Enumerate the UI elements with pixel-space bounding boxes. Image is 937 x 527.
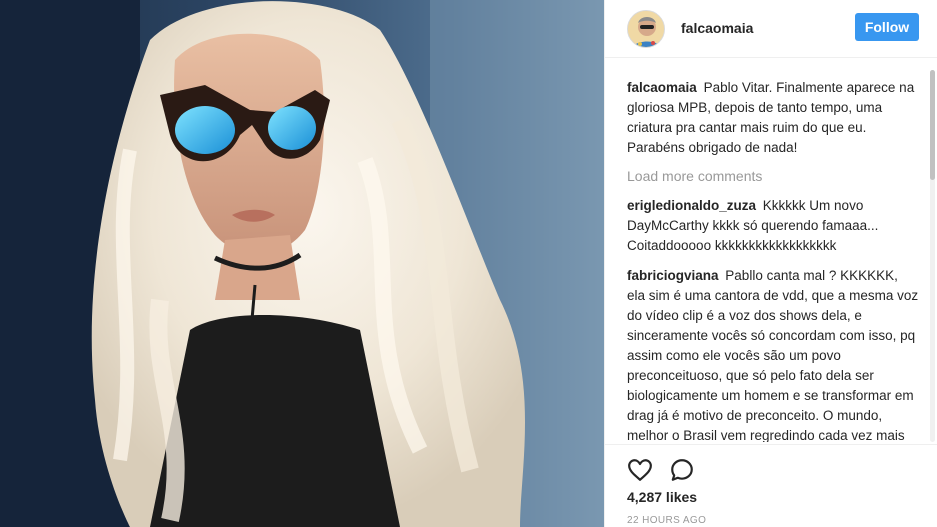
post-side-panel: falcaomaia Follow falcaomaia Pablo Vitar… [604,0,937,527]
comments-list: falcaomaia Pablo Vitar. Finalmente apare… [627,78,919,442]
instagram-post: falcaomaia Follow falcaomaia Pablo Vitar… [0,0,937,527]
header-username[interactable]: falcaomaia [681,20,753,36]
likes-count[interactable]: 4,287 likes [627,489,697,505]
photo-illustration [0,0,604,527]
avatar-image [628,11,664,47]
comment-text: Pabllo canta mal ? KKKKKK, ela sim é uma… [627,268,919,442]
user-avatar[interactable] [627,10,665,48]
post-actions: 4,287 likes 22 HOURS AGO [605,444,937,527]
post-photo[interactable] [0,0,604,527]
comment-username[interactable]: erigledionaldo_zuza [627,198,756,213]
caption-username[interactable]: falcaomaia [627,80,697,95]
list-item: erigledionaldo_zuza Kkkkkk Um novo DayMc… [627,196,919,256]
scrollbar-thumb[interactable] [930,70,935,180]
load-more-comments-link[interactable]: Load more comments [627,166,919,186]
follow-button[interactable]: Follow [855,13,919,41]
post-header: falcaomaia Follow [605,0,937,58]
comments-scrollbar[interactable] [930,70,935,442]
comment-bubble-icon[interactable] [669,457,695,483]
caption: falcaomaia Pablo Vitar. Finalmente apare… [627,78,919,158]
comment-username[interactable]: fabriciogviana [627,268,719,283]
post-timestamp[interactable]: 22 HOURS AGO [627,515,706,526]
heart-outline-icon[interactable] [627,457,653,483]
list-item: fabriciogviana Pabllo canta mal ? KKKKKK… [627,266,919,442]
action-icons [627,457,695,483]
